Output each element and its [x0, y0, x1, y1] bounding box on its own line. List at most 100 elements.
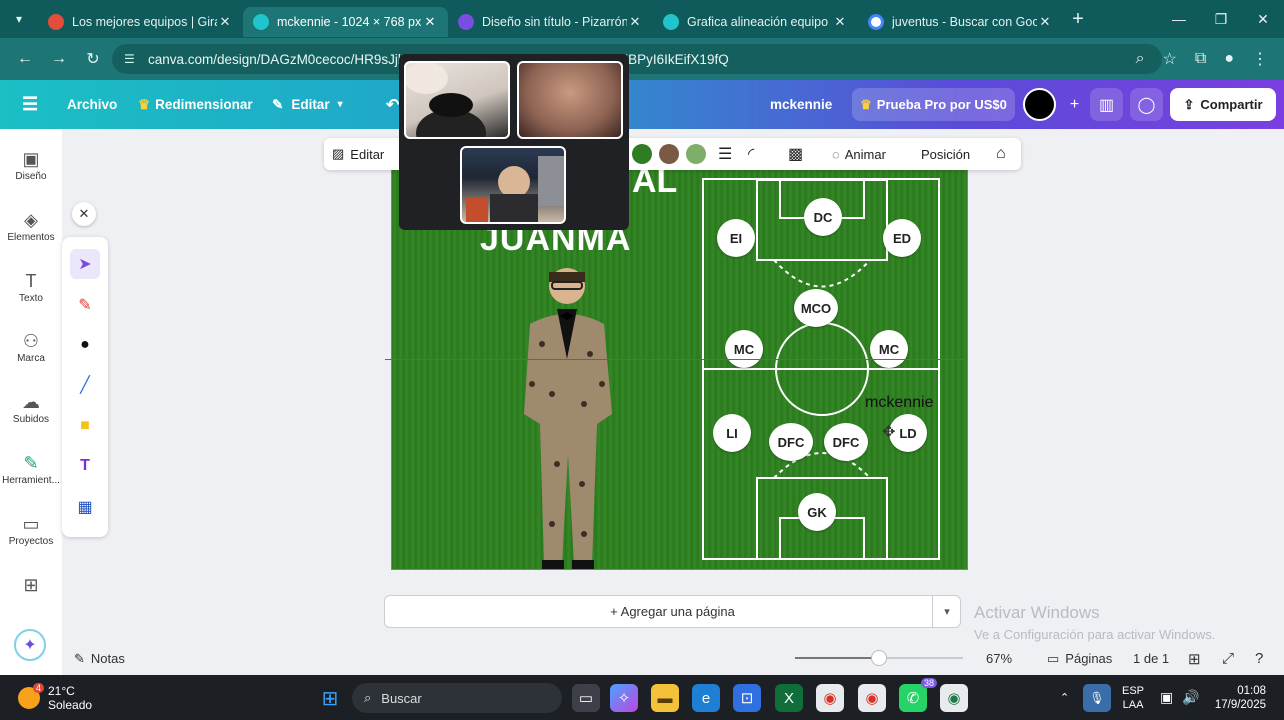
- line-tool-icon[interactable]: ╱: [70, 370, 100, 400]
- position-badge[interactable]: EI: [717, 219, 755, 257]
- position-badge[interactable]: MC: [870, 330, 908, 368]
- forward-icon[interactable]: →: [42, 50, 76, 68]
- floating-text-box[interactable]: mckennie: [865, 394, 933, 412]
- copy-style-paint-roller-icon[interactable]: ⌂: [996, 138, 1006, 170]
- pages-button[interactable]: ▭ Páginas: [1047, 642, 1112, 675]
- sidebar-item-marca[interactable]: ⚇ Marca: [0, 329, 62, 364]
- whatsapp-icon[interactable]: ✆ 38: [899, 678, 937, 712]
- position-badge[interactable]: GK: [798, 493, 836, 531]
- position-badge[interactable]: MCO: [794, 289, 838, 327]
- network-icon[interactable]: ▣: [1160, 675, 1173, 720]
- document-name[interactable]: mckennie: [770, 80, 832, 129]
- browser-tab[interactable]: juventus - Buscar con Googl ✕: [858, 7, 1063, 37]
- profile-avatar-icon[interactable]: ●: [1224, 50, 1234, 68]
- volume-icon[interactable]: 🔊: [1182, 675, 1199, 720]
- edge-icon[interactable]: e: [692, 684, 720, 712]
- browser-tab[interactable]: Grafica alineación equipo de ✕: [653, 7, 858, 37]
- chevron-down-icon[interactable]: ▾: [932, 595, 961, 628]
- excel-icon[interactable]: X: [775, 684, 803, 712]
- video-participant-thumbnail[interactable]: [404, 61, 510, 139]
- tab-close-icon[interactable]: ✕: [217, 14, 233, 30]
- chrome-profile-icon[interactable]: ◉: [858, 684, 886, 712]
- shapes-tool-icon[interactable]: ●: [70, 330, 100, 360]
- minimize-icon[interactable]: —: [1158, 0, 1200, 38]
- close-window-icon[interactable]: ✕: [1242, 0, 1284, 38]
- tab-close-icon[interactable]: ✕: [832, 14, 848, 30]
- fullscreen-icon[interactable]: ⤢: [1222, 642, 1234, 675]
- add-page-button[interactable]: + Agregar una página: [384, 595, 961, 628]
- site-info-icon[interactable]: ☰: [124, 52, 135, 66]
- undo-icon[interactable]: ↶: [386, 80, 399, 129]
- new-tab-button[interactable]: +: [1063, 8, 1093, 31]
- position-badge[interactable]: LI: [713, 414, 751, 452]
- color-swatch[interactable]: [659, 144, 679, 164]
- clock[interactable]: 01:08 17/9/2025: [1210, 675, 1266, 720]
- magic-sparkle-icon[interactable]: ✦: [14, 629, 46, 661]
- pen-icon[interactable]: ✎: [70, 290, 100, 320]
- position-button[interactable]: Posición: [921, 138, 970, 170]
- zoom-level[interactable]: 67%: [986, 642, 1012, 675]
- browser-tab[interactable]: Diseño sin título - Pizarrón ✕: [448, 7, 653, 37]
- animate-button[interactable]: ◌ Animar: [832, 138, 886, 170]
- position-badge[interactable]: MC: [725, 330, 763, 368]
- color-swatch[interactable]: [632, 144, 652, 164]
- share-button[interactable]: ⇪ Compartir: [1170, 88, 1276, 121]
- video-participant-thumbnail[interactable]: [517, 61, 623, 139]
- close-tool-panel-icon[interactable]: ✕: [72, 202, 96, 226]
- color-swatch[interactable]: [686, 144, 706, 164]
- edit-image-button[interactable]: ▨ Editar: [332, 138, 384, 170]
- transparency-icon[interactable]: ▩: [788, 138, 803, 170]
- help-icon[interactable]: ?: [1255, 642, 1263, 675]
- tab-close-icon[interactable]: ✕: [1037, 14, 1053, 30]
- chrome-icon[interactable]: ◉: [816, 684, 844, 712]
- taskbar-search[interactable]: ⌕ Buscar: [352, 683, 562, 713]
- table-tool-icon[interactable]: ▦: [70, 492, 100, 522]
- store-icon[interactable]: ⊡: [733, 684, 761, 712]
- browser-menu-icon[interactable]: ⋮: [1252, 49, 1268, 69]
- zoom-slider[interactable]: [795, 650, 963, 666]
- copilot-icon[interactable]: ✧: [610, 684, 638, 712]
- position-badge[interactable]: DFC: [769, 423, 813, 461]
- menu-editar[interactable]: ✎ Editar ▾: [272, 80, 343, 129]
- avatar[interactable]: [1023, 88, 1056, 121]
- sidebar-item-subidos[interactable]: ☁ Subidos: [0, 390, 62, 425]
- menu-archivo[interactable]: Archivo: [67, 80, 117, 129]
- url-field[interactable]: ☰ canva.com/design/DAGzM0cecoc/HR9sJjlZo…: [112, 44, 1162, 74]
- player-cutout-image[interactable]: [502, 264, 632, 570]
- text-tool-icon[interactable]: T: [70, 451, 100, 481]
- sidebar-item-proyectos[interactable]: ▭ Proyectos: [0, 512, 62, 547]
- browser-tab[interactable]: Los mejores equipos | Gira la ✕: [38, 7, 243, 37]
- sidebar-item-texto[interactable]: T Texto: [0, 269, 62, 304]
- position-badge[interactable]: DC: [804, 198, 842, 236]
- sidebar-item-diseno[interactable]: ▣ Diseño: [0, 147, 62, 182]
- grid-view-icon[interactable]: ⊞: [1188, 642, 1201, 675]
- restore-icon[interactable]: ❐: [1200, 0, 1242, 38]
- tab-search-chevron-icon[interactable]: ▾: [0, 0, 38, 38]
- weather-widget[interactable]: 4 21°C Soleado: [18, 675, 92, 720]
- comment-icon[interactable]: ◯: [1130, 88, 1163, 121]
- windows-start-icon[interactable]: ⊞: [316, 684, 344, 712]
- tab-close-icon[interactable]: ✕: [422, 14, 438, 30]
- notes-button[interactable]: ✎ Notas: [74, 642, 125, 675]
- select-pointer-icon[interactable]: ➤: [70, 249, 100, 279]
- browser-tab-active[interactable]: mckennie - 1024 × 768 px ✕: [243, 7, 448, 37]
- bookmark-star-icon[interactable]: ☆: [1163, 49, 1177, 69]
- border-weight-icon[interactable]: ☰: [718, 138, 732, 170]
- hamburger-menu-icon[interactable]: ☰: [22, 80, 38, 129]
- sidebar-item-elementos[interactable]: ◈ Elementos: [0, 208, 62, 243]
- extensions-icon[interactable]: ⧉: [1195, 50, 1206, 68]
- sticky-note-icon[interactable]: ■: [70, 411, 100, 441]
- try-pro-button[interactable]: ♛ Prueba Pro por US$0: [852, 88, 1015, 121]
- sidebar-item-herramientas[interactable]: ✎ Herramient...: [0, 451, 62, 486]
- show-hidden-icons-icon[interactable]: ⌃: [1060, 675, 1069, 720]
- tab-close-icon[interactable]: ✕: [627, 14, 643, 30]
- video-participant-thumbnail[interactable]: [460, 146, 566, 224]
- video-call-overlay[interactable]: [399, 54, 629, 230]
- add-collaborator-icon[interactable]: +: [1058, 88, 1091, 121]
- zoom-slider-knob[interactable]: [871, 650, 887, 666]
- back-icon[interactable]: ←: [8, 50, 42, 68]
- insights-chart-icon[interactable]: ▥: [1090, 88, 1123, 121]
- title-line-1[interactable]: AL: [632, 168, 677, 201]
- task-view-icon[interactable]: ▭: [572, 684, 600, 712]
- sidebar-item-apps[interactable]: ⊞: [0, 573, 62, 597]
